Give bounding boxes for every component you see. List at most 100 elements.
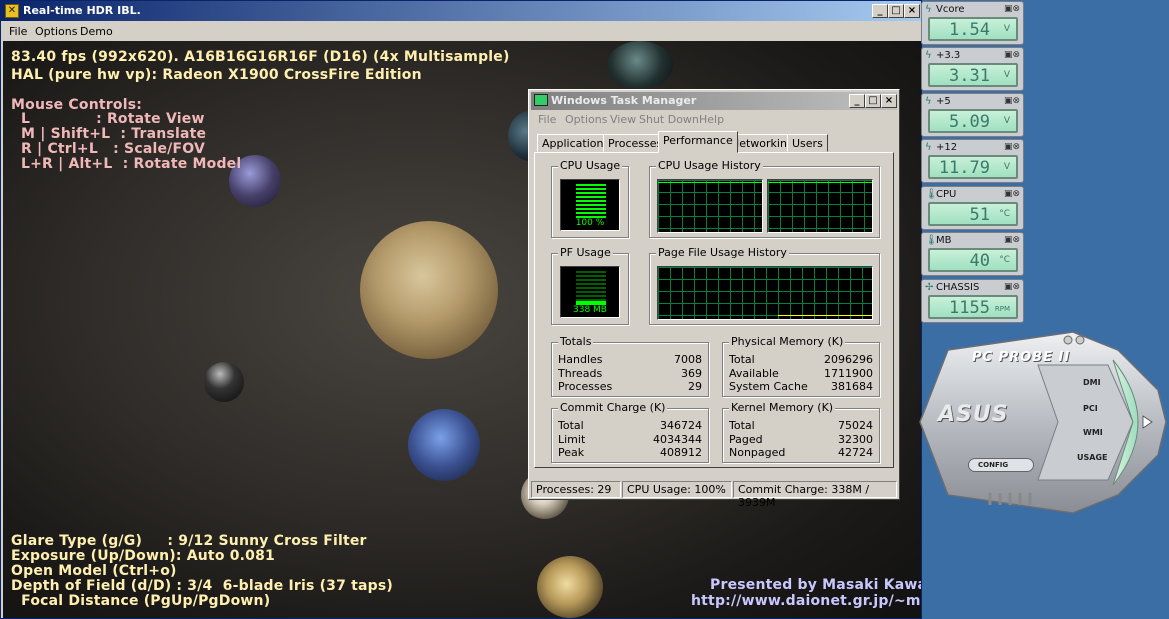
tab-performance[interactable]: Performance — [658, 131, 738, 153]
osd-device: HAL (pure hw vp): Radeon X1900 CrossFire… — [11, 67, 422, 83]
osd-glare: Glare Type (g/G) : 9/12 Sunny Cross Filt… — [11, 533, 367, 549]
osd-open-model: Open Model (Ctrl+o) — [11, 563, 177, 579]
sensor-value: 40 — [969, 251, 990, 271]
sensor-mb-temp[interactable]: 🌡 MB ▣⊗ 40 °C — [921, 232, 1024, 276]
tm-maximize-button[interactable]: □ — [865, 94, 881, 108]
sensor-controls-icon[interactable]: ▣⊗ — [1004, 142, 1020, 152]
task-manager-menu-bar: File Options View Shut Down Help — [531, 110, 897, 128]
physical-memory-label: Physical Memory (K) — [729, 335, 846, 348]
physical-row: Available 1711900 — [729, 367, 873, 380]
sensor-value: 1.54 — [949, 20, 990, 40]
pf-history-graph — [657, 266, 873, 320]
kernel-memory-label: Kernel Memory (K) — [729, 401, 836, 414]
sensor-unit: V — [1003, 162, 1010, 172]
osd-exposure: Exposure (Up/Down): Auto 0.081 — [11, 548, 275, 564]
performance-panel: CPU Usage 100 % CPU Usage History PF Usa… — [534, 152, 894, 468]
sensor-lcd: 5.09 V — [928, 109, 1018, 133]
task-manager-title: Windows Task Manager — [551, 94, 697, 107]
commit-row: Total 346724 — [558, 419, 702, 432]
sphere-dark — [204, 362, 244, 402]
voltage-icon: ϟ — [925, 96, 932, 107]
sensor-name: CHASSIS — [936, 282, 980, 293]
menu-bar: File Options Demo — [1, 21, 921, 41]
config-button[interactable]: CONFIG — [968, 458, 1034, 472]
tm-menu-shutdown[interactable]: Shut Down — [639, 113, 699, 126]
sensor-cpu-temp[interactable]: 🌡 CPU ▣⊗ 51 °C — [921, 186, 1024, 230]
pci-button[interactable]: PCI — [1083, 404, 1098, 413]
sensor-controls-icon[interactable]: ▣⊗ — [1004, 96, 1020, 106]
sensor-vcore[interactable]: ϟ Vcore ▣⊗ 1.54 V — [921, 1, 1024, 45]
sensor-unit: V — [1003, 70, 1010, 80]
tab-users[interactable]: Users — [787, 134, 828, 152]
menu-options[interactable]: Options — [35, 25, 77, 38]
kernel-memory-group: Kernel Memory (K) Total 75024 Paged 32300 … — [722, 401, 880, 463]
task-manager-window: Windows Task Manager _ □ × File Options … — [528, 89, 900, 509]
window-title: Real-time HDR IBL. — [23, 4, 141, 17]
sphere-teal-top — [607, 41, 673, 89]
totals-row: Processes 29 — [558, 380, 702, 393]
sensor-unit: V — [1003, 24, 1010, 34]
cpu-usage-group: CPU Usage 100 % — [551, 159, 629, 238]
pc-probe-panel: PC PROBE II ASUS DMI PCI WMI USAGE CONFI… — [918, 330, 1168, 515]
tm-menu-options[interactable]: Options — [565, 113, 607, 126]
sensor-unit: °C — [999, 255, 1010, 265]
tm-minimize-button[interactable]: _ — [849, 94, 865, 108]
minimize-button[interactable]: _ — [872, 4, 888, 18]
tm-menu-help[interactable]: Help — [699, 113, 724, 126]
app-icon: ✕ — [5, 4, 19, 18]
usage-button[interactable]: USAGE — [1077, 453, 1107, 462]
osd-mouse-line: L : Rotate View — [21, 111, 205, 127]
osd-credit: Presented by Masaki Kawase — [710, 577, 921, 593]
status-commit: Commit Charge: 338M / 3939M — [733, 481, 897, 509]
cpu-usage-meter: 100 % — [560, 179, 620, 231]
status-cpu: CPU Usage: 100% — [622, 481, 732, 498]
task-manager-title-bar[interactable]: Windows Task Manager _ □ × — [531, 92, 897, 110]
sensor-name: +3.3 — [936, 50, 961, 61]
physical-row: Total 2096296 — [729, 353, 873, 366]
pf-usage-label: PF Usage — [558, 246, 613, 259]
status-bar: Processes: 29 CPU Usage: 100% Commit Cha… — [531, 481, 897, 509]
totals-row: Handles 7008 — [558, 353, 702, 366]
sensor-controls-icon[interactable]: ▣⊗ — [1004, 4, 1020, 14]
sensor-controls-icon[interactable]: ▣⊗ — [1004, 235, 1020, 245]
osd-mouse-line: R | Ctrl+L : Scale/FOV — [21, 141, 206, 157]
dmi-button[interactable]: DMI — [1083, 378, 1101, 387]
maximize-button[interactable]: □ — [888, 4, 904, 18]
voltage-icon: ϟ — [925, 4, 932, 15]
osd-url: http://www.daionet.gr.jp/~masa — [691, 593, 921, 609]
menu-file[interactable]: File — [9, 25, 27, 38]
fan-icon: ✢ — [925, 282, 934, 293]
sensor-controls-icon[interactable]: ▣⊗ — [1004, 50, 1020, 60]
close-button[interactable]: × — [904, 4, 920, 18]
sensor-3v3[interactable]: ϟ +3.3 ▣⊗ 3.31 V — [921, 47, 1024, 91]
wmi-button[interactable]: WMI — [1083, 428, 1103, 437]
status-processes: Processes: 29 — [531, 481, 621, 498]
sensor-value: 5.09 — [949, 112, 990, 132]
totals-row: Threads 369 — [558, 367, 702, 380]
sensor-controls-icon[interactable]: ▣⊗ — [1004, 189, 1020, 199]
commit-row: Peak 408912 — [558, 446, 702, 459]
sensor-5v[interactable]: ϟ +5 ▣⊗ 5.09 V — [921, 93, 1024, 137]
pf-history-label: Page File Usage History — [656, 246, 789, 259]
cpu-history-group: CPU Usage History — [649, 159, 880, 238]
sensor-unit: V — [1003, 116, 1010, 126]
tm-menu-view[interactable]: View — [610, 113, 636, 126]
sensor-chassis-fan[interactable]: ✢ CHASSIS ▣⊗ 1155 RPM — [921, 279, 1024, 323]
tm-menu-file[interactable]: File — [538, 113, 556, 126]
sensor-name: +5 — [936, 96, 951, 107]
tm-close-button[interactable]: × — [881, 94, 897, 108]
hdr-title-bar[interactable]: ✕ Real-time HDR IBL. _ □ × — [1, 1, 921, 21]
sensor-lcd: 3.31 V — [928, 63, 1018, 87]
sensor-unit: RPM — [994, 305, 1010, 313]
cpu-history-graph-2 — [767, 179, 873, 233]
totals-group: Totals Handles 7008 Threads 369 Processes 2… — [551, 335, 709, 397]
osd-mouse-line: M | Shift+L : Translate — [21, 126, 207, 142]
menu-demo[interactable]: Demo — [80, 25, 113, 38]
cpu-usage-bars — [576, 184, 606, 218]
sensor-name: CPU — [936, 189, 957, 200]
sensor-12v[interactable]: ϟ +12 ▣⊗ 11.79 V — [921, 139, 1024, 183]
sphere-gold-bottom — [537, 556, 603, 618]
asus-logo: ASUS — [938, 402, 1009, 427]
sensor-lcd: 51 °C — [928, 202, 1018, 226]
sensor-controls-icon[interactable]: ▣⊗ — [1004, 282, 1020, 292]
